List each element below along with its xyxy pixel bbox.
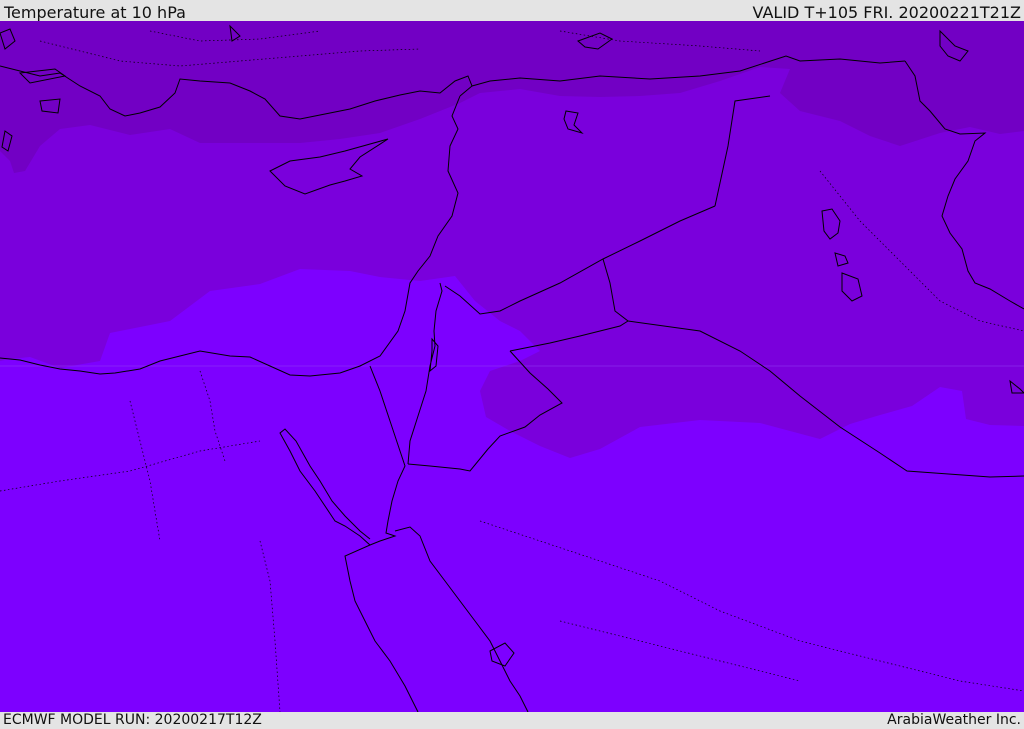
footer-bar: ECMWF MODEL RUN: 20200217T12Z ArabiaWeat… — [0, 712, 1024, 729]
credit-label: ArabiaWeather Inc. — [887, 712, 1021, 728]
model-run: ECMWF MODEL RUN: 20200217T12Z — [3, 712, 262, 728]
header-bar: Temperature at 10 hPa VALID T+105 FRI. 2… — [0, 0, 1024, 22]
valid-time: VALID T+105 FRI. 20200221T21Z — [752, 3, 1021, 22]
map-canvas[interactable] — [0, 21, 1024, 712]
map-title: Temperature at 10 hPa — [4, 3, 186, 22]
weather-map[interactable] — [0, 21, 1024, 712]
